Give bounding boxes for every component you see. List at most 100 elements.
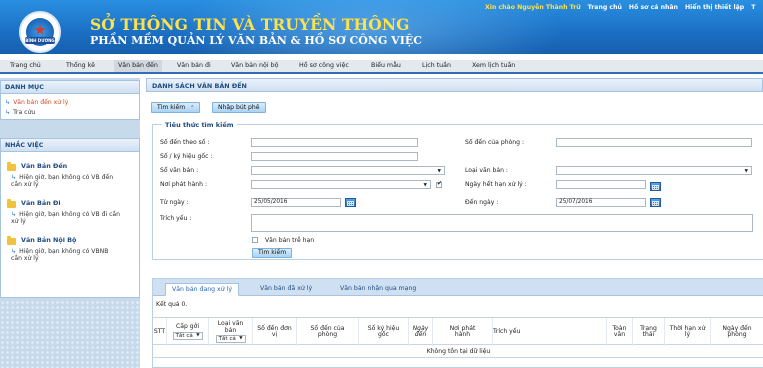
so-den-cua-phong-input[interactable] <box>556 138 752 147</box>
reminder-text: Hiện giờ, bạn không có VBNB cần xử lý <box>11 248 109 262</box>
col-stt: STT <box>153 318 167 346</box>
col-cap-goi: Cấp gởi Tất cả <box>167 318 209 346</box>
top-nav: Xin chào Nguyễn Thành Trữ Trang chủ Hồ s… <box>485 4 755 11</box>
col-trang-thai: Trạng thái <box>633 318 665 346</box>
loai-van-ban-select[interactable] <box>556 166 752 175</box>
so-den-theo-so-input[interactable] <box>251 138 418 147</box>
label-so-den-cua-phong: Số đến của phòng : <box>465 139 525 146</box>
sidebar-item-incoming-to-process[interactable]: ↳ Văn bản đến xử lý <box>5 99 68 106</box>
sidebar-item-label: Văn bản đến xử lý <box>13 99 69 106</box>
label-trich-yeu: Trích yếu : <box>160 215 192 222</box>
arrow-icon: ↳ <box>5 99 11 106</box>
menu-item-weekly-schedule[interactable]: Lịch tuần <box>422 60 451 72</box>
top-link-home[interactable]: Trang chủ <box>588 4 622 11</box>
sidebar-item-lookup[interactable]: ↳ Tra cứu <box>5 109 35 116</box>
reminder-internal-text: ↳ Hiện giờ, bạn không có VBNB cần xử lý <box>11 248 121 262</box>
left-sidebar: DANH MỤC ↳ Văn bản đến xử lý ↳ Tra cứu NHẮ… <box>0 78 140 368</box>
label-loai-van-ban: Loại văn bản : <box>465 167 508 174</box>
tab-processed[interactable]: Văn bản đã xử lý <box>254 283 318 296</box>
search-legend: Tiêu thức tìm kiếm <box>162 121 237 129</box>
label-den-ngay: Đến ngày : <box>465 199 499 206</box>
results-panel: Văn bản đang xử lý Văn bản đã xử lý Văn … <box>152 278 763 368</box>
top-link-display-settings[interactable]: Hiển thị thiết lập <box>685 4 744 11</box>
col-toan-van: Toàn văn <box>607 318 633 346</box>
menu-item-incoming-docs[interactable]: Văn bản đến <box>114 60 162 72</box>
calendar-icon[interactable] <box>650 198 661 207</box>
reminder-outgoing-text: ↳ Hiện giờ, bạn không có VB đi cần xử lý <box>11 211 121 225</box>
menu-item-statistics[interactable]: Thống kê <box>66 60 95 72</box>
menu-item-outgoing-docs[interactable]: Văn bản đi <box>177 60 211 72</box>
reminder-text: Hiện giờ, bạn không có VB đi cần xử lý <box>11 211 121 225</box>
search-submit-button[interactable]: Tìm kiếm <box>252 248 293 258</box>
col-noi-phat-hanh: Nơi phát hành <box>433 318 493 346</box>
noi-phat-hanh-checkbox[interactable] <box>436 180 442 188</box>
col-trich-yeu: Trích yếu <box>493 318 607 346</box>
tu-ngay-input[interactable]: 25/05/2016 <box>251 198 341 207</box>
app-title: SỞ THÔNG TIN VÀ TRUYỀN THÔNG <box>90 15 410 34</box>
nhac-viec-title: NHẮC VIỆC <box>1 139 139 152</box>
app-subtitle: PHẦN MỀM QUẢN LÝ VĂN BẢN & HỒ SƠ CÔNG VI… <box>90 34 422 47</box>
nhap-but-phe-button[interactable]: Nhập bút phê <box>212 102 266 113</box>
search-toggle-button[interactable]: Tìm kiếm ⌃ <box>151 102 201 113</box>
menu-item-work-records[interactable]: Hồ sơ công việc <box>299 60 349 72</box>
top-link-profile[interactable]: Hồ sơ cá nhân <box>629 4 678 11</box>
col-label: Trích yếu <box>493 327 521 335</box>
greeting-text: Xin chào Nguyễn Thành Trữ <box>485 4 581 11</box>
col-label: Nơi phát hành <box>449 324 476 338</box>
menu-item-home[interactable]: Trang chủ <box>10 60 41 72</box>
col-so-ky-hieu-goc: Số ký hiệu gốc <box>359 318 409 346</box>
chevron-up-icon: ⌃ <box>190 105 195 111</box>
col-ngay-den: Ngày đến <box>409 318 433 346</box>
reminder-incoming-title[interactable]: Văn Bản Đến <box>21 162 67 170</box>
label-van-ban-tre-han: Văn bản trễ hạn <box>265 237 315 244</box>
folder-icon <box>7 162 16 171</box>
reminder-text: Hiện giờ, bạn không có VB đến cần xử lý <box>11 174 114 188</box>
logo-text: BÌNH DƯƠNG <box>25 37 55 44</box>
table-empty-message: Không tồn tại dữ liệu <box>153 345 763 358</box>
top-link-truncated[interactable]: T <box>751 4 755 11</box>
reminder-internal-title[interactable]: Văn Bản Nội Bộ <box>21 236 76 244</box>
sidebar-pattern <box>0 300 140 368</box>
col-label: Loại văn bản <box>217 320 244 334</box>
reminder-incoming-text: ↳ Hiện giờ, bạn không có VB đến cần xử lý <box>11 174 121 188</box>
main-menu: Trang chủ Thống kê Văn bản đến Văn bản đ… <box>0 60 763 74</box>
tab-bar: Văn bản đang xử lý Văn bản đã xử lý Văn … <box>153 279 763 296</box>
den-ngay-input[interactable]: 25/07/2016 <box>556 198 646 207</box>
trich-yeu-textarea[interactable] <box>251 214 753 232</box>
app-logo[interactable]: BÌNH DƯƠNG <box>19 11 61 53</box>
van-ban-tre-han-checkbox[interactable] <box>252 237 258 243</box>
danh-muc-panel: DANH MỤC ↳ Văn bản đến xử lý ↳ Tra cứu <box>0 80 140 120</box>
col-label: Thời hạn xử lý <box>669 324 706 338</box>
menu-item-internal-docs[interactable]: Văn bản nội bộ <box>231 60 278 72</box>
reminder-outgoing-title[interactable]: Văn Bản Đi <box>21 199 61 207</box>
col-ngay-den-phong: Ngày đến phòng <box>711 318 763 346</box>
label-noi-phat-hanh: Nơi phát hành : <box>160 181 208 188</box>
noi-phat-hanh-select[interactable] <box>251 180 431 189</box>
loai-van-ban-filter-select[interactable]: Tất cả <box>215 335 246 343</box>
calendar-icon[interactable] <box>345 198 356 207</box>
col-label: Số ký hiệu gốc <box>367 324 400 338</box>
label-so-van-ban: Sổ văn bản : <box>160 167 199 174</box>
nhac-viec-panel: NHẮC VIỆC Văn Bản Đến ↳ Hiện giờ, bạn khô… <box>0 138 140 298</box>
arrow-icon: ↳ <box>5 109 11 116</box>
so-van-ban-select[interactable] <box>251 166 445 175</box>
col-so-den-cua-phong: Số đến của phòng <box>297 318 359 346</box>
folder-icon <box>7 236 16 245</box>
col-thoi-han-xu-ly: Thời hạn xử lý <box>665 318 711 346</box>
tab-processing[interactable]: Văn bản đang xử lý <box>165 283 239 296</box>
label-so-den-theo-so: Số đến theo số : <box>160 139 210 146</box>
search-toggle-label: Tìm kiếm <box>157 104 186 111</box>
sidebar-item-label: Tra cứu <box>13 109 36 116</box>
calendar-icon[interactable] <box>650 182 661 191</box>
col-label: Ngày đến phòng <box>722 324 752 338</box>
cap-goi-filter-select[interactable]: Tất cả <box>172 331 203 340</box>
menu-item-forms[interactable]: Biểu mẫu <box>371 60 401 72</box>
so-ky-hieu-goc-input[interactable] <box>251 152 418 161</box>
page-title: DANH SÁCH VĂN BẢN ĐẾN <box>146 78 763 92</box>
ngay-het-han-input[interactable] <box>556 180 646 189</box>
menu-item-view-weekly-schedule[interactable]: Xem lịch tuần <box>472 60 515 72</box>
tab-received-online[interactable]: Văn bản nhận qua mạng <box>334 283 422 296</box>
folder-icon <box>7 199 16 208</box>
col-label: Số đến của phòng <box>310 324 345 338</box>
app-header: BÌNH DƯƠNG SỞ THÔNG TIN VÀ TRUYỀN THÔNG … <box>0 0 763 54</box>
